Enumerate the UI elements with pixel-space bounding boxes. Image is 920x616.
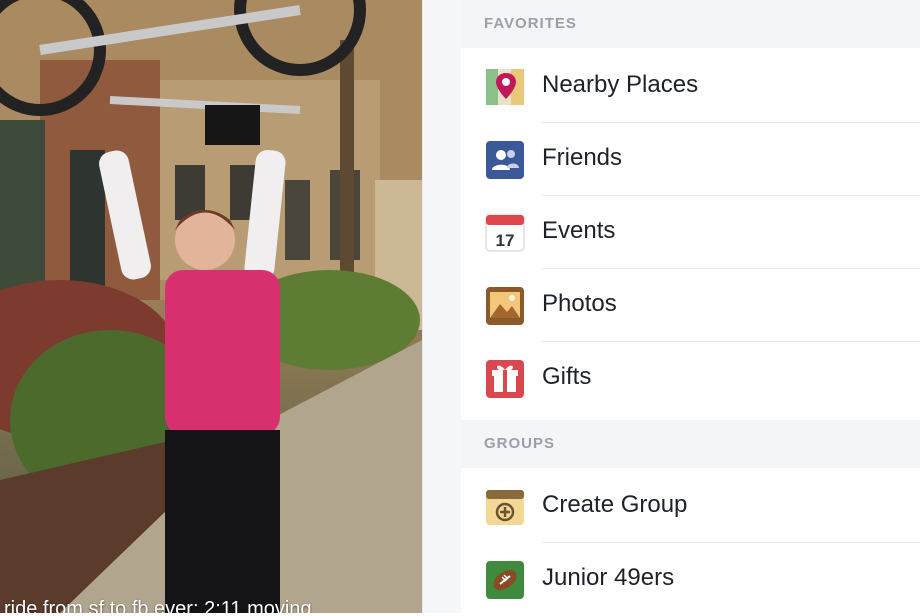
photo-caption: ride from sf to fb ever: 2:11 moving: [4, 598, 312, 613]
photo-panel[interactable]: ride from sf to fb ever: 2:11 moving: [0, 0, 422, 613]
map-pin-icon: [485, 67, 525, 107]
list-item-label: Friends: [542, 144, 623, 171]
list-item-create-group[interactable]: Create Group: [461, 470, 920, 543]
list-item-label: Events: [542, 217, 616, 244]
list-item-nearby-places[interactable]: Nearby Places: [461, 50, 920, 123]
list-item-photos[interactable]: Photos: [461, 269, 920, 342]
list-item-gifts[interactable]: Gifts: [461, 342, 920, 415]
list-item-label: Junior 49ers: [542, 564, 675, 591]
calendar-icon: 17: [485, 213, 525, 253]
photo-illustration: [0, 0, 422, 613]
football-icon: [485, 560, 525, 600]
photos-icon: [485, 286, 525, 326]
list-item-label: Gifts: [542, 363, 592, 390]
panel-divider: [422, 0, 461, 613]
list-item-label: Nearby Places: [542, 71, 699, 98]
navigation-list: FAVORITES Nearby Places Friends 17 Event…: [461, 0, 920, 613]
gift-icon: [485, 359, 525, 399]
list-item-junior-49ers[interactable]: Junior 49ers: [461, 543, 920, 616]
friends-icon: [485, 140, 525, 180]
list-item-friends[interactable]: Friends: [461, 123, 920, 196]
section-title: GROUPS: [484, 435, 556, 452]
list-item-label: Photos: [542, 290, 617, 317]
section-header-favorites: FAVORITES: [461, 0, 920, 48]
list-item-label: Create Group: [542, 491, 688, 518]
create-group-icon: [485, 487, 525, 527]
section-header-groups: GROUPS: [461, 420, 920, 468]
list-item-events[interactable]: 17 Events: [461, 196, 920, 269]
section-title: FAVORITES: [484, 15, 577, 32]
calendar-badge: 17: [496, 231, 515, 250]
